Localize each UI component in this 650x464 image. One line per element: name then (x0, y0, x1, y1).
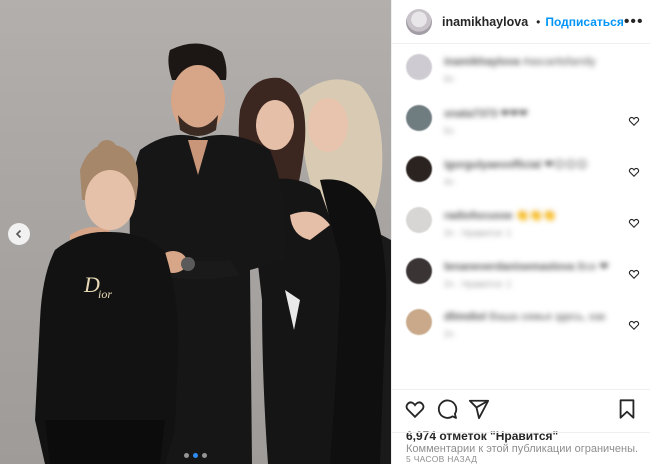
more-options-button[interactable]: ••• (624, 13, 644, 31)
commenter-username[interactable]: radiofocusse (444, 210, 512, 222)
comment-meta: 2ч · Нравится: 1 (444, 279, 512, 289)
comments-list[interactable]: inamikhaylova #ascaritsfamily 6ч xnata7373… (392, 44, 650, 389)
like-icon[interactable] (404, 398, 426, 420)
commenter-avatar[interactable] (406, 309, 432, 335)
comment-body: xnata7373 ❤❤❤ 5ч (444, 107, 619, 136)
comment-meta: 4ч (444, 177, 454, 187)
comment-content: ❤❤❤ (500, 108, 528, 120)
carousel-dot[interactable] (202, 453, 207, 458)
comment-text: radiofocusse 👏👏👏 (444, 209, 619, 222)
comment-meta: 5ч (444, 126, 454, 136)
post-photo[interactable]: D ior (0, 0, 391, 464)
commenter-username[interactable]: igorgulyaevofficial (444, 159, 541, 171)
comment-text: xnata7373 ❤❤❤ (444, 107, 619, 120)
comment-like-icon[interactable] (628, 319, 640, 331)
commenter-username[interactable]: inamikhaylova (444, 56, 520, 68)
comment-body: radiofocusse 👏👏👏 3ч · Нравится: 1 (444, 209, 619, 238)
comment-text: dlimdiol Ваша семья здесь, как (444, 311, 619, 323)
comment-content: Все ❤ (577, 261, 609, 273)
comment-body: dlimdiol Ваша семья здесь, как 2ч (444, 311, 619, 339)
commenter-username[interactable]: dlimdiol (444, 311, 486, 323)
comment-icon[interactable] (436, 398, 458, 420)
carousel-dot[interactable] (184, 453, 189, 458)
commenter-avatar[interactable] (406, 156, 432, 182)
comment-meta: 6ч (444, 74, 454, 84)
family-photo-illustration: D ior (35, 43, 391, 464)
commenter-username[interactable]: lenaneverdanisemaslova (444, 261, 574, 273)
commenter-avatar[interactable] (406, 207, 432, 233)
carousel-dot[interactable] (193, 453, 198, 458)
share-icon[interactable] (468, 398, 490, 420)
comment-like-icon[interactable] (628, 268, 640, 280)
comment-item: inamikhaylova #ascaritsfamily 6ч (406, 50, 636, 101)
comments-closed-notice: Комментарии к этой публикации ограничены… (392, 432, 650, 464)
comment-item: radiofocusse 👏👏👏 3ч · Нравится: 1 (406, 203, 640, 254)
svg-text:ior: ior (98, 287, 112, 301)
author-avatar[interactable] (406, 8, 432, 35)
comment-content: ❤😊😊😊 (544, 159, 588, 171)
comment-body: lenaneverdanisemaslova Все ❤ 2ч · Нравитс… (444, 260, 619, 289)
commenter-username[interactable]: xnata7373 (444, 108, 497, 120)
commenter-avatar[interactable] (406, 105, 432, 131)
comment-body: inamikhaylova #ascaritsfamily 6ч (444, 56, 619, 84)
comment-body: igorgulyaevofficial ❤😊😊😊 4ч (444, 158, 619, 187)
chevron-left-icon (15, 229, 22, 239)
comment-like-icon[interactable] (628, 217, 640, 229)
carousel-prev-button[interactable] (8, 223, 30, 245)
header-separator: • (536, 14, 541, 29)
comment-like-icon[interactable] (628, 115, 640, 127)
author-username[interactable]: inamikhaylova (442, 15, 528, 29)
comment-item: dlimdiol Ваша семья здесь, как 2ч (406, 305, 640, 356)
commenter-avatar[interactable] (406, 258, 432, 284)
action-bar (392, 389, 650, 427)
comment-content: Ваша семья здесь, как (489, 311, 606, 323)
comment-text: lenaneverdanisemaslova Все ❤ (444, 260, 619, 273)
comment-text: inamikhaylova #ascaritsfamily (444, 56, 619, 68)
follow-button[interactable]: Подписаться (545, 15, 623, 29)
comment-meta: 2ч (444, 329, 454, 339)
post-side-panel: inamikhaylova • Подписаться ••• inamikha… (391, 0, 650, 464)
comment-item: igorgulyaevofficial ❤😊😊😊 4ч (406, 152, 640, 203)
comment-like-icon[interactable] (628, 166, 640, 178)
save-bookmark-icon[interactable] (616, 398, 638, 420)
comment-content: 👏👏👏 (515, 210, 557, 222)
comment-meta: 3ч · Нравится: 1 (444, 228, 512, 238)
post-header: inamikhaylova • Подписаться ••• (392, 0, 650, 44)
commenter-avatar[interactable] (406, 54, 432, 80)
comment-text: igorgulyaevofficial ❤😊😊😊 (444, 158, 619, 171)
comment-item: xnata7373 ❤❤❤ 5ч (406, 101, 640, 152)
carousel-indicator (0, 453, 391, 458)
instagram-post-viewer: D ior inamikhaylova • Подписаться ••• in… (0, 0, 650, 464)
comment-content: #ascaritsfamily (522, 56, 596, 68)
comment-item: lenaneverdanisemaslova Все ❤ 2ч · Нравитс… (406, 254, 640, 305)
